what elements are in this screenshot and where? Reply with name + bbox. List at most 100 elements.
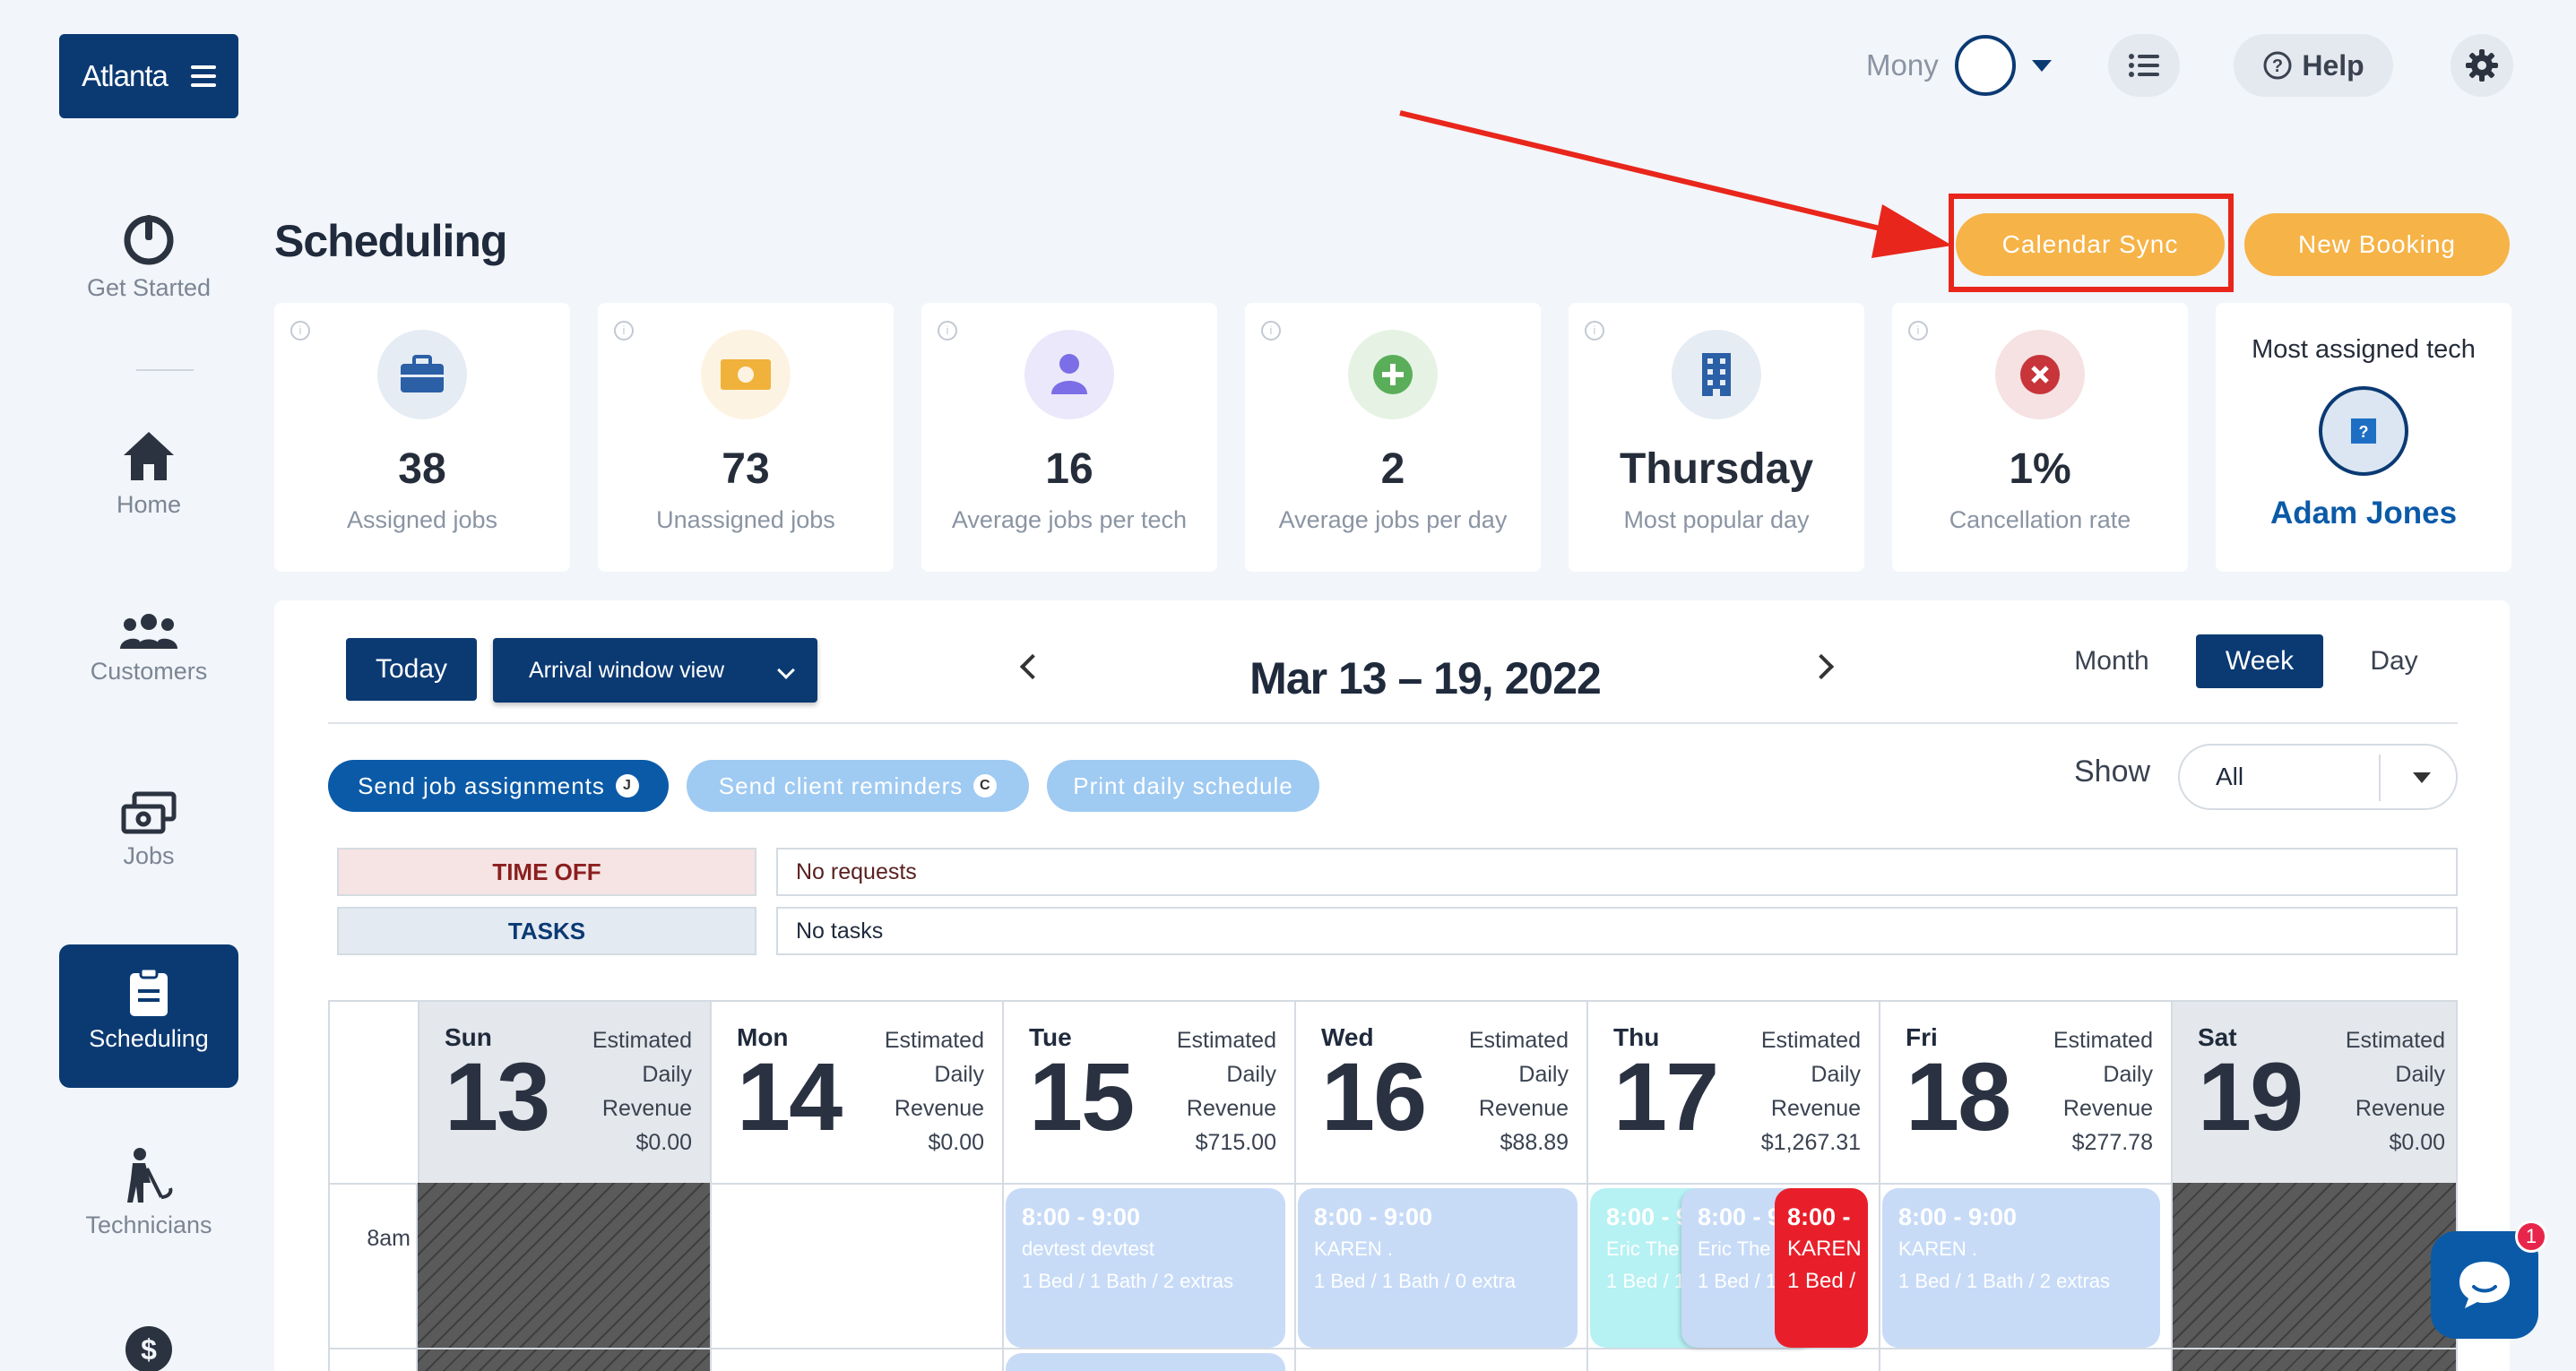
most-assigned-title: Most assigned tech — [2252, 335, 2476, 364]
user-menu[interactable]: Mony — [1866, 35, 2052, 96]
column-line — [1002, 1183, 1004, 1371]
most-assigned-tech-card: Most assigned tech ? Adam Jones — [2216, 303, 2511, 572]
stat-label: Cancellation rate — [1949, 506, 2131, 533]
unavailable-slot-sat — [2171, 1183, 2456, 1371]
sidebar-item-label: Technicians — [85, 1211, 212, 1238]
users-icon — [120, 614, 177, 649]
home-icon — [124, 432, 174, 480]
event-client: KAREN . — [1314, 1237, 1394, 1260]
info-icon[interactable]: i — [614, 321, 634, 341]
stat-value: 1% — [2009, 445, 2071, 493]
tab-day[interactable]: Day — [2357, 634, 2431, 688]
job-event-fri[interactable]: 8:00 - 9:00 KAREN . 1 Bed / 1 Bath / 2 e… — [1882, 1188, 2160, 1348]
event-client: devtest devtest — [1022, 1237, 1154, 1260]
day-header-sat[interactable]: Sat 19 Estimated Daily Revenue $0.00 — [2171, 1002, 2456, 1183]
stat-value: 16 — [1045, 445, 1094, 493]
cleaner-icon — [127, 1148, 173, 1203]
location-menu-button[interactable]: Atlanta — [59, 34, 238, 118]
print-daily-schedule-button[interactable]: Print daily schedule — [1047, 760, 1319, 812]
row-line — [330, 1348, 2456, 1349]
info-icon[interactable]: i — [290, 321, 310, 341]
event-client: KAREN . — [1898, 1237, 1978, 1260]
question-circle-icon: ? — [2263, 51, 2292, 80]
stat-value: Thursday — [1619, 445, 1814, 493]
job-event-thu-3[interactable]: 8:00 - KAREN 1 Bed / — [1775, 1188, 1868, 1348]
send-job-assignments-button[interactable]: Send job assignments J — [328, 760, 669, 812]
event-time: 8:00 - — [1787, 1203, 1851, 1230]
sidebar-item-label: Customers — [90, 658, 208, 685]
help-button[interactable]: ? Help — [2234, 34, 2393, 97]
sidebar-item-customers[interactable]: Customers — [59, 611, 238, 686]
sidebar-item-home[interactable]: Home — [59, 428, 238, 519]
unavailable-slot-sun — [418, 1183, 710, 1371]
chevron-down-icon — [2413, 772, 2431, 783]
send-client-reminders-button[interactable]: Send client reminders C — [687, 760, 1029, 812]
new-booking-button[interactable]: New Booking — [2244, 213, 2510, 276]
tech-name-link[interactable]: Adam Jones — [2216, 496, 2511, 531]
day-header-fri[interactable]: Fri 18 Estimated Daily Revenue $277.78 — [1879, 1002, 2171, 1183]
info-icon: J — [615, 774, 639, 798]
info-icon[interactable]: i — [1261, 321, 1281, 341]
show-label: Show — [2074, 754, 2151, 789]
building-icon — [1672, 330, 1761, 419]
info-icon[interactable]: i — [938, 321, 957, 341]
job-event-partial[interactable] — [1006, 1353, 1285, 1371]
tasks-value: No tasks — [776, 907, 2458, 955]
stat-card-assigned-jobs: i 38 Assigned jobs — [274, 303, 570, 572]
list-icon — [2129, 54, 2159, 77]
svg-text:?: ? — [2359, 423, 2369, 441]
job-event-tue[interactable]: 8:00 - 9:00 devtest devtest 1 Bed / 1 Ba… — [1006, 1188, 1285, 1348]
sidebar-item-jobs[interactable]: Jobs — [59, 790, 238, 870]
chevron-down-icon — [2031, 59, 2052, 72]
day-header-tue[interactable]: Tue 15 Estimated Daily Revenue $715.00 — [1002, 1002, 1294, 1183]
settings-button[interactable] — [2451, 34, 2513, 97]
divider — [328, 722, 2458, 724]
tab-month[interactable]: Month — [2062, 634, 2162, 688]
tab-week[interactable]: Week — [2196, 634, 2323, 688]
day-revenue: Estimated Daily Revenue $715.00 — [1176, 1028, 1276, 1155]
sidebar-item-scheduling[interactable]: Scheduling — [59, 944, 238, 1088]
sidebar-divider — [136, 369, 194, 371]
notification-badge: 1 — [2515, 1220, 2547, 1253]
clipboard-icon — [130, 968, 168, 1016]
time-label: 8am — [367, 1226, 411, 1251]
plus-circle-icon — [1348, 330, 1438, 419]
day-header-mon[interactable]: Mon 14 Estimated Daily Revenue $0.00 — [710, 1002, 1002, 1183]
sidebar-item-technicians[interactable]: Technicians — [59, 1147, 238, 1239]
calendar-sync-button[interactable]: Calendar Sync — [1956, 213, 2225, 276]
sidebar-item-get-started[interactable]: Get Started — [59, 210, 238, 302]
event-time: 8:00 - 9:00 — [1898, 1203, 2018, 1230]
day-revenue: Estimated Daily Revenue $1,267.31 — [1760, 1028, 1861, 1155]
day-header-wed[interactable]: Wed 16 Estimated Daily Revenue $88.89 — [1294, 1002, 1586, 1183]
today-button[interactable]: Today — [346, 638, 477, 701]
day-revenue: Estimated Daily Revenue $0.00 — [2345, 1028, 2445, 1155]
info-icon[interactable]: i — [1585, 321, 1604, 341]
show-filter-select[interactable]: All — [2178, 744, 2458, 810]
sidebar-item-label: Scheduling — [89, 1025, 209, 1052]
sidebar-item-label: Jobs — [123, 842, 175, 869]
event-details: 1 Bed / 1 Bath / 2 extras — [1898, 1270, 2111, 1292]
column-line — [416, 1183, 418, 1371]
avatar — [1954, 35, 2016, 96]
event-details: 1 Bed / 1 Bath / 0 extra — [1314, 1270, 1517, 1292]
day-header-thu[interactable]: Thu 17 Estimated Daily Revenue $1,267.31 — [1586, 1002, 1879, 1183]
event-details: 1 Bed / 1 Bath / 2 extras — [1022, 1270, 1234, 1292]
stat-label: Most popular day — [1623, 506, 1810, 533]
stat-card-average-jobs-per-day: i 2 Average jobs per day — [1245, 303, 1541, 572]
stat-card-unassigned-jobs: i 73 Unassigned jobs — [598, 303, 894, 572]
stat-label: Average jobs per tech — [951, 506, 1188, 533]
time-off-label: TIME OFF — [337, 848, 756, 896]
column-line — [1294, 1183, 1296, 1371]
sidebar-item-billing[interactable]: $ — [59, 1324, 238, 1371]
info-icon[interactable]: i — [1908, 321, 1928, 341]
job-event-wed[interactable]: 8:00 - 9:00 KAREN . 1 Bed / 1 Bath / 0 e… — [1298, 1188, 1578, 1348]
day-revenue: Estimated Daily Revenue $88.89 — [1468, 1028, 1569, 1155]
chip-label: Send client reminders — [718, 772, 964, 799]
column-line — [1586, 1183, 1588, 1371]
list-button[interactable] — [2108, 34, 2180, 97]
sidebar-item-label: Home — [116, 491, 182, 518]
arrival-view-select[interactable]: Arrival window view — [493, 638, 817, 703]
cash-icon — [701, 330, 791, 419]
stat-label: Average jobs per day — [1278, 506, 1508, 533]
day-header-sun[interactable]: Sun 13 Estimated Daily Revenue $0.00 — [418, 1002, 710, 1183]
